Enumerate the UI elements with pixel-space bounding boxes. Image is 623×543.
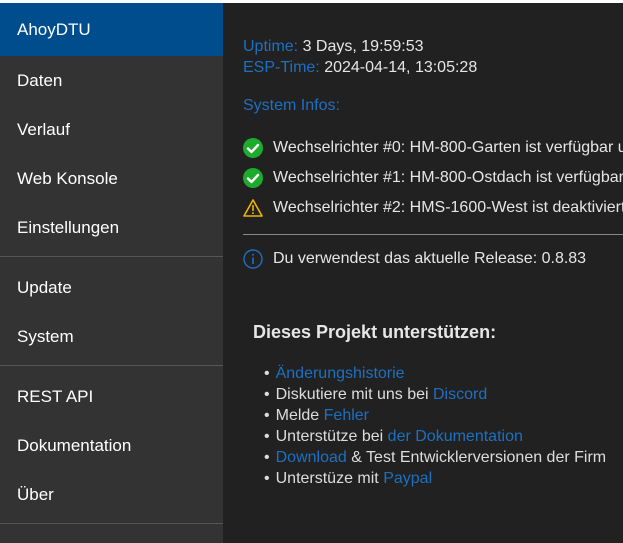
warning-triangle-icon: [243, 198, 263, 218]
nav-item-einstellungen[interactable]: Einstellungen: [0, 203, 223, 252]
support-title: Dieses Projekt unterstützen:: [253, 322, 497, 342]
inverter-status-2: Wechselrichter #2: HMS-1600-West ist dea…: [243, 197, 623, 219]
nav-item-ahoydtu[interactable]: AhoyDTU: [0, 3, 223, 56]
check-circle-icon: [243, 138, 263, 158]
nav-item-rest-api[interactable]: REST API: [0, 372, 223, 421]
nav-item-update[interactable]: Update: [0, 263, 223, 312]
app-frame: AhoyDTU Daten Verlauf Web Konsole Einste…: [0, 3, 623, 543]
support-item: Unterstütze bei der Dokumentation: [275, 426, 606, 447]
uptime-label: Uptime:: [243, 38, 299, 55]
divider: [243, 234, 623, 235]
nav-item-daten[interactable]: Daten: [0, 56, 223, 105]
inverter-status-text: Wechselrichter #1: HM-800-Ostdach ist ve…: [273, 169, 623, 186]
support-list: Änderungshistorie Diskutiere mit uns bei…: [275, 363, 607, 489]
nav-divider: [0, 365, 223, 366]
sidebar: AhoyDTU Daten Verlauf Web Konsole Einste…: [0, 3, 223, 543]
support-item-text: Unterstütze bei: [275, 428, 388, 445]
support-item-text: & Test Entwicklerversionen der Firm: [346, 449, 607, 466]
esp-time-label: ESP-Time:: [243, 59, 320, 76]
support-item: Diskutiere mit uns bei Discord: [275, 384, 606, 405]
release-info-text: Du verwendest das aktuelle Release: 0.8.…: [273, 250, 587, 267]
nav-divider: [0, 256, 223, 257]
support-item-text: Unterstüze mit: [275, 470, 384, 487]
release-info-row: Du verwendest das aktuelle Release: 0.8.…: [243, 248, 586, 270]
support-item: Änderungshistorie: [276, 363, 606, 384]
inverter-status-text: Wechselrichter #0: HM-800-Garten ist ver…: [273, 139, 623, 156]
nav-item-verlauf[interactable]: Verlauf: [0, 105, 223, 154]
support-item-text: Melde: [275, 407, 324, 424]
support-item-text: Diskutiere mit uns bei: [275, 386, 433, 403]
changelog-link[interactable]: Änderungshistorie: [276, 365, 405, 382]
main-content: Uptime: 3 Days, 19:59:53 ESP-Time: 2024-…: [223, 3, 623, 543]
system-infos-title: System Infos:: [243, 97, 340, 114]
support-item: Melde Fehler: [275, 405, 606, 426]
nav-item-dokumentation[interactable]: Dokumentation: [0, 421, 223, 470]
documentation-link[interactable]: der Dokumentation: [388, 428, 523, 445]
download-link[interactable]: Download: [276, 449, 347, 466]
paypal-link[interactable]: Paypal: [383, 470, 432, 487]
discord-link[interactable]: Discord: [433, 386, 487, 403]
esp-time-value: 2024-04-14, 13:05:28: [324, 59, 478, 76]
inverter-status-0: Wechselrichter #0: HM-800-Garten ist ver…: [243, 137, 623, 159]
support-item: Download & Test Entwicklerversionen der …: [276, 447, 607, 468]
nav-item-ueber[interactable]: Über: [0, 470, 223, 519]
uptime-value: 3 Days, 19:59:53: [302, 38, 424, 55]
support-item: Unterstüze mit Paypal: [275, 468, 606, 489]
nav-divider: [0, 523, 223, 524]
nav-item-system[interactable]: System: [0, 312, 223, 361]
check-circle-icon: [243, 168, 263, 188]
uptime-row: Uptime: 3 Days, 19:59:53: [243, 38, 424, 56]
nav-item-web-konsole[interactable]: Web Konsole: [0, 154, 223, 203]
info-circle-icon: [243, 249, 263, 269]
esp-time-row: ESP-Time: 2024-04-14, 13:05:28: [243, 59, 477, 77]
inverter-status-text: Wechselrichter #2: HMS-1600-West ist dea…: [273, 199, 623, 216]
inverter-status-1: Wechselrichter #1: HM-800-Ostdach ist ve…: [243, 167, 623, 189]
report-bug-link[interactable]: Fehler: [324, 407, 369, 424]
